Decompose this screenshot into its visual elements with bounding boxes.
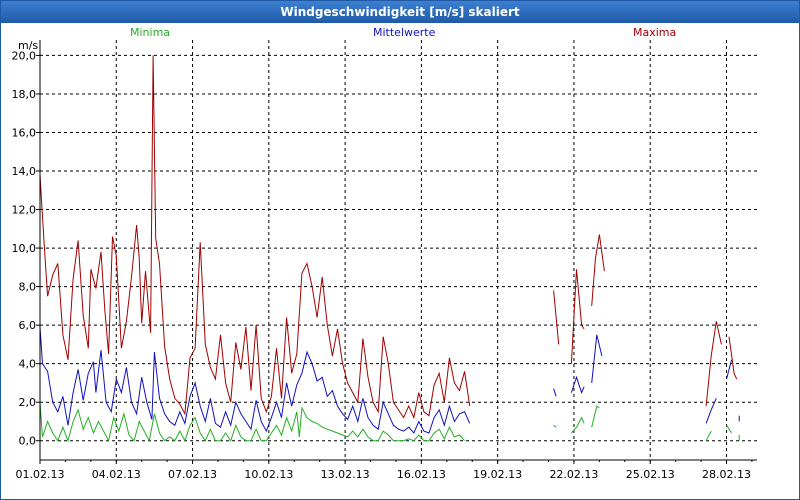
series-line-mittelwerte (570, 375, 585, 395)
y-tick-label: 16,0 (12, 126, 37, 139)
y-tick-label: 20,0 (12, 49, 37, 62)
y-tick-label: 10,0 (12, 242, 37, 255)
y-tick-label: 2,0 (19, 396, 37, 409)
wind-speed-chart: 0,02,04,06,08,010,012,014,016,018,020,0 … (12, 40, 757, 481)
series-line-minima (571, 416, 585, 434)
y-tick-label: 0,0 (19, 435, 37, 448)
series-line-minima (553, 424, 557, 428)
series-line-mittelwerte (591, 334, 603, 383)
grid-lines (36, 40, 757, 464)
x-tick-label: 22.02.13 (549, 468, 598, 481)
x-tick-label: 01.02.13 (16, 468, 65, 481)
series-line-minima (726, 425, 733, 434)
x-tick-label: 25.02.13 (626, 468, 675, 481)
x-tick-label: 13.02.13 (321, 468, 370, 481)
x-tick-labels: 01.02.13 04.02.13 07.02.13 10.02.13 13.02.13… (16, 468, 751, 481)
series-line-mittelwerte (726, 359, 733, 380)
series-line-maxima (570, 269, 585, 364)
x-tick-label: 10.02.13 (244, 468, 293, 481)
x-tick-label: 16.02.13 (397, 468, 446, 481)
y-tick-labels: 0,0 2,0 4,0 6,0 8,0 10,0 12,0 14,0 16,0 18,0 20,0 (12, 49, 37, 447)
series-line-maxima (728, 336, 738, 380)
series-line-maxima (591, 234, 605, 306)
y-tick-label: 18,0 (12, 88, 37, 101)
series-line-maxima (553, 290, 560, 345)
x-tick-label: 07.02.13 (168, 468, 217, 481)
x-tick-label: 28.02.13 (702, 468, 751, 481)
y-tick-label: 8,0 (19, 281, 37, 294)
y-tick-label: 14,0 (12, 165, 37, 178)
x-tick-label: 19.02.13 (473, 468, 522, 481)
series-line-mittelwerte (553, 388, 557, 397)
y-tick-label: 6,0 (19, 319, 37, 332)
y-tick-label: 4,0 (19, 358, 37, 371)
x-tick-label: 04.02.13 (92, 468, 141, 481)
y-tick-label: 12,0 (12, 204, 37, 217)
series-line-minima (591, 405, 600, 428)
series-line-minima (705, 430, 712, 441)
series-line-maxima (39, 55, 471, 420)
